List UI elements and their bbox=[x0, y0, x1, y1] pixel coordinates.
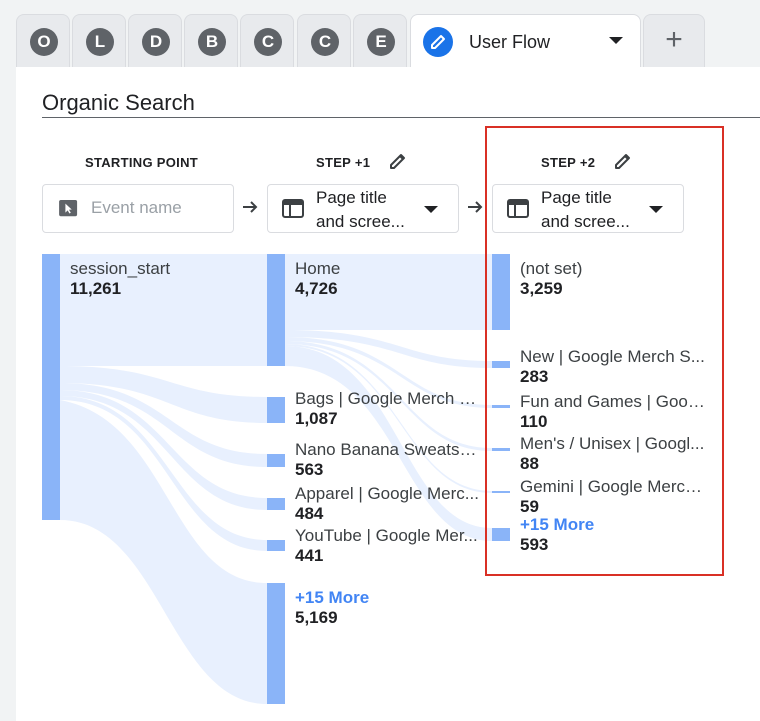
step1-node-name[interactable]: Nano Banana Sweatsh... bbox=[295, 440, 481, 460]
step1-node-bar-youtube[interactable] bbox=[267, 540, 285, 551]
step1-node-value: 1,087 bbox=[295, 409, 338, 428]
step1-node-bar-bags[interactable] bbox=[267, 397, 285, 423]
step1-node-bar-apparel[interactable] bbox=[267, 498, 285, 510]
step1-node-bar-nano[interactable] bbox=[267, 454, 285, 467]
step1-node-name[interactable]: Home bbox=[295, 259, 481, 279]
web-page-icon bbox=[282, 199, 304, 218]
starting-point-selector[interactable]: Event name bbox=[42, 184, 234, 233]
step1-node-value: 4,726 bbox=[295, 279, 338, 298]
start-node-value: 11,261 bbox=[70, 279, 122, 298]
step1-node-bar-more[interactable] bbox=[267, 583, 285, 704]
step1-node-name[interactable]: YouTube | Google Mer... bbox=[295, 526, 481, 546]
step1-more-value: 5,169 bbox=[295, 608, 338, 627]
step1-dimension-selector[interactable]: Page title and scree... bbox=[267, 184, 459, 233]
pencil-icon[interactable] bbox=[388, 151, 408, 171]
arrow-right-icon bbox=[468, 201, 483, 213]
step2-highlight-box bbox=[485, 126, 724, 576]
cursor-icon bbox=[59, 200, 78, 217]
step1-node-value: 484 bbox=[295, 504, 324, 523]
step1-node-value: 441 bbox=[295, 546, 324, 565]
column-header-step-1: STEP +1 bbox=[316, 155, 371, 170]
event-name-placeholder: Event name bbox=[91, 198, 182, 217]
start-node-name: session_start bbox=[70, 259, 171, 278]
step1-node-bar-home[interactable] bbox=[267, 254, 285, 366]
column-header-starting-point: STARTING POINT bbox=[85, 155, 199, 170]
step1-node-name[interactable]: Apparel | Google Merc... bbox=[295, 484, 481, 504]
step1-more-link[interactable]: +15 More bbox=[295, 588, 369, 608]
chevron-down-icon bbox=[424, 206, 438, 213]
start-node-bar[interactable] bbox=[42, 254, 60, 520]
step1-node-value: 563 bbox=[295, 460, 324, 479]
arrow-right-icon bbox=[243, 201, 258, 213]
step1-node-name[interactable]: Bags | Google Merch S... bbox=[295, 389, 481, 409]
selector-label: Page title and scree... bbox=[316, 188, 405, 231]
